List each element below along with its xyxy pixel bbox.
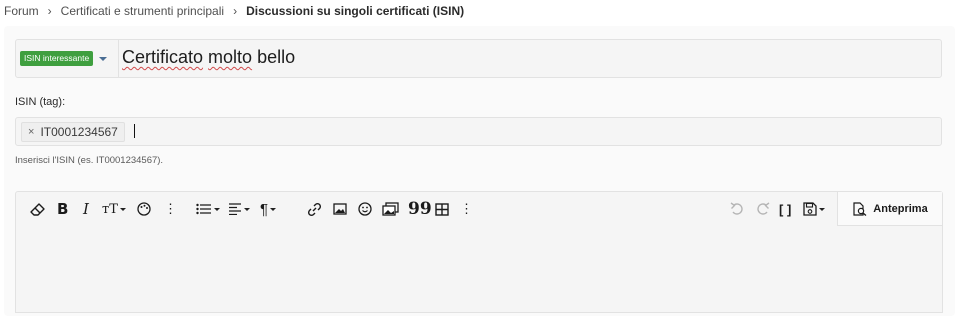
tags-hint: Inserisci l'ISIN (es. IT0001234567). [15, 155, 164, 166]
list-icon[interactable] [196, 200, 220, 218]
breadcrumb-forum[interactable]: Forum [4, 4, 39, 18]
more-icon[interactable]: ⋮ [164, 200, 177, 218]
breadcrumb-current[interactable]: Discussioni su singoli certificati (ISIN… [246, 4, 464, 18]
tags-input[interactable]: × IT0001234567 [15, 117, 942, 146]
eraser-icon[interactable] [30, 200, 45, 218]
title-word: bello [257, 47, 296, 67]
paragraph-icon[interactable]: ¶ [260, 200, 277, 218]
text-size-icon[interactable]: тT [102, 200, 126, 218]
remove-tag-icon[interactable]: × [28, 126, 34, 138]
preview-label: Anteprima [873, 202, 928, 215]
title-word: Certificato [122, 47, 204, 67]
more-icon[interactable]: ⋮ [460, 200, 473, 218]
preview-icon [853, 201, 867, 216]
prefix-badge: ISIN interessante [20, 51, 94, 66]
breadcrumb-section[interactable]: Certificati e strumenti principali [61, 4, 224, 18]
image-icon[interactable] [333, 200, 347, 218]
smiley-icon[interactable] [358, 200, 372, 218]
breadcrumb: Forum › Certificati e strumenti principa… [4, 4, 464, 18]
text-cursor [134, 124, 135, 138]
tag-chip-label: IT0001234567 [40, 125, 118, 139]
chevron-down-icon [99, 56, 108, 61]
quote-icon[interactable]: 99 [408, 199, 432, 219]
bold-icon[interactable]: B [57, 200, 68, 218]
link-icon[interactable] [307, 200, 322, 218]
title-row: ISIN interessante Certificato molto bell… [15, 39, 942, 78]
media-icon[interactable] [382, 200, 399, 218]
palette-icon[interactable] [137, 200, 151, 218]
title-input[interactable]: Certificato molto bello [122, 47, 295, 68]
italic-icon[interactable]: I [83, 200, 89, 218]
tag-chip: × IT0001234567 [21, 122, 125, 142]
editor-body[interactable] [16, 226, 942, 312]
chevron-right-icon: › [233, 4, 238, 18]
tags-label: ISIN (tag): [15, 96, 66, 108]
undo-icon[interactable] [730, 200, 745, 218]
message-editor: B I тT ⋮ ¶ 99 ⋮ [] Anteprima [15, 191, 943, 313]
chevron-right-icon: › [47, 4, 52, 18]
prefix-dropdown[interactable]: ISIN interessante [16, 40, 119, 77]
drafts-icon[interactable] [803, 200, 825, 218]
redo-icon[interactable] [755, 200, 770, 218]
align-icon[interactable] [228, 200, 250, 218]
bbcode-icon[interactable]: [ ] [779, 200, 791, 218]
table-icon[interactable] [435, 200, 449, 218]
editor-toolbar: B I тT ⋮ ¶ 99 ⋮ [] Anteprima [16, 192, 942, 226]
preview-button[interactable]: Anteprima [837, 192, 942, 226]
title-word: molto [208, 47, 253, 67]
